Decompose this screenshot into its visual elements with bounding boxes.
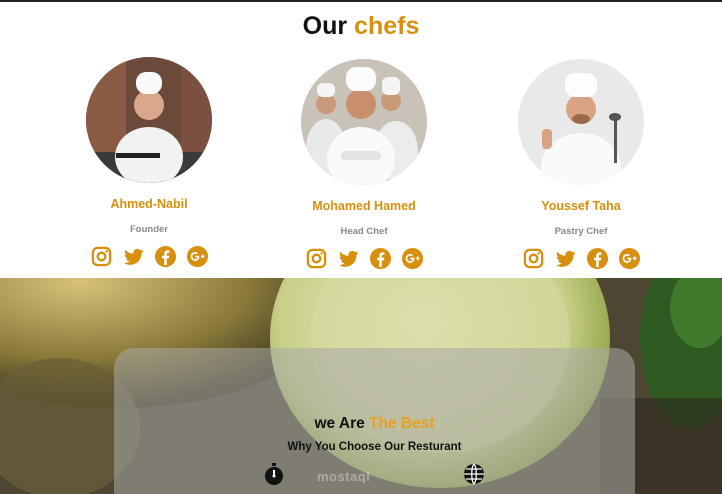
why-us-title-prefix: we Are	[314, 415, 365, 432]
chef-card-1: Ahmed-Nabil Founder	[49, 57, 249, 268]
google-plus-icon[interactable]	[186, 245, 209, 268]
chefs-title-prefix: Our	[302, 12, 348, 40]
chef-photo	[301, 59, 427, 185]
chef-social-links	[481, 247, 681, 270]
chef-social-links	[49, 245, 249, 268]
why-us-title-accent: The Best	[369, 415, 435, 432]
facebook-icon[interactable]	[369, 247, 392, 270]
instagram-icon[interactable]	[305, 247, 328, 270]
why-us-section: we Are The Best Why You Choose Our Restu…	[0, 278, 722, 494]
why-us-card: we Are The Best Why You Choose Our Restu…	[114, 348, 635, 494]
chef-card-3: Youssef Taha Pastry Chef	[481, 59, 681, 270]
instagram-icon[interactable]	[90, 245, 113, 268]
twitter-icon[interactable]	[337, 247, 360, 270]
chefs-title: Our chefs	[0, 12, 722, 41]
google-plus-icon[interactable]	[618, 247, 641, 270]
instagram-icon[interactable]	[522, 247, 545, 270]
chef-photo	[86, 57, 212, 183]
chef-name: Youssef Taha	[541, 199, 621, 213]
twitter-icon[interactable]	[122, 245, 145, 268]
facebook-icon[interactable]	[154, 245, 177, 268]
twitter-icon[interactable]	[554, 247, 577, 270]
chef-name: Ahmed-Nabil	[110, 197, 188, 211]
chef-social-links	[264, 247, 464, 270]
stopwatch-icon	[262, 462, 286, 486]
chef-name: Mohamed Hamed	[312, 199, 416, 213]
chef-role: Founder	[130, 224, 168, 235]
globe-icon	[462, 462, 486, 486]
facebook-icon[interactable]	[586, 247, 609, 270]
chef-photo	[518, 59, 644, 185]
why-us-title: we Are The Best	[114, 415, 635, 433]
google-plus-icon[interactable]	[401, 247, 424, 270]
chef-card-2: Mohamed Hamed Head Chef	[264, 59, 464, 270]
chefs-title-accent: chefs	[354, 12, 420, 40]
chef-role: Pastry Chef	[554, 226, 608, 237]
chef-role: Head Chef	[340, 226, 388, 237]
why-us-subtitle: Why You Choose Our Resturant	[287, 441, 462, 453]
chefs-section: Our chefs Ahmed-Nabil Founder Mohamed Ha…	[0, 2, 722, 278]
watermark-text: mostaql	[317, 469, 371, 484]
